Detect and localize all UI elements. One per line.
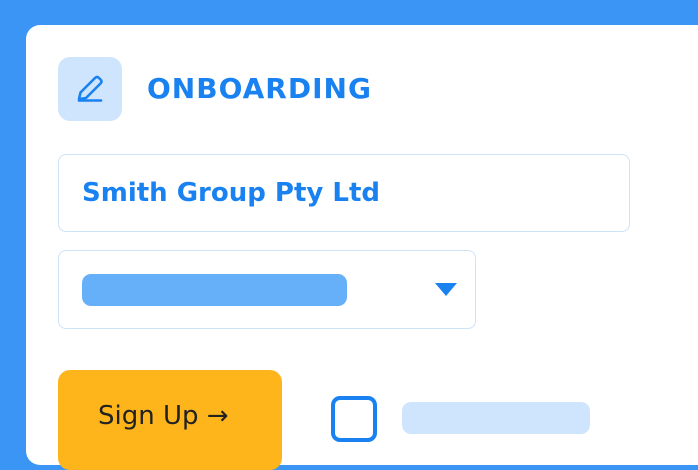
- chevron-down-icon: [435, 283, 457, 296]
- checkbox-label-bar: [402, 402, 590, 434]
- sign-up-label: Sign Up →: [98, 401, 229, 431]
- company-name-field[interactable]: Smith Group Pty Ltd: [58, 154, 630, 232]
- dropdown-select[interactable]: [58, 250, 476, 329]
- company-name-value: Smith Group Pty Ltd: [82, 178, 381, 208]
- pencil-icon: [58, 57, 122, 121]
- checkbox[interactable]: [331, 396, 377, 442]
- page-title: ONBOARDING: [147, 72, 372, 105]
- pencil-icon-graphic: [77, 75, 103, 102]
- onboarding-card: ONBOARDING Smith Group Pty Ltd Sign Up →: [26, 25, 698, 470]
- dropdown-placeholder-bar: [82, 274, 347, 306]
- sign-up-button[interactable]: Sign Up →: [58, 370, 282, 470]
